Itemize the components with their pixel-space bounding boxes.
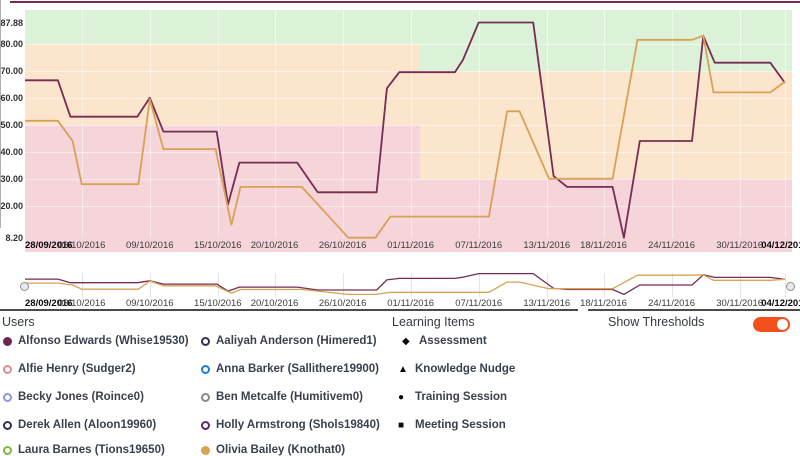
legend-user-label: Derek Allen (Aloon19960): [18, 419, 156, 431]
date-tick-label: 03/10/2016: [51, 298, 113, 309]
legend-learning-label: Meeting Session: [415, 419, 506, 431]
section-divider: [588, 309, 800, 311]
circle-icon: ●: [398, 392, 411, 403]
navigator-left-handle[interactable]: [20, 282, 29, 291]
user-series-marker: [201, 421, 210, 430]
legend-user-item[interactable]: Ben Metcalfe (Humitivem0): [201, 388, 363, 406]
section-divider: [0, 309, 578, 311]
legend-user-label: Holly Armstrong (Shols19840): [216, 419, 380, 431]
legend-user-label: Alfonso Edwards (Whise19530): [18, 335, 189, 347]
date-tick-label: 15/10/2016: [187, 298, 249, 309]
legend-user-label: Becky Jones (Roince0): [18, 391, 144, 403]
user-series-marker: [3, 365, 12, 374]
legend-learning-item[interactable]: ◆ Assessment: [402, 332, 487, 350]
user-series-marker: [3, 421, 12, 430]
learning-analytics-dashboard: 87.8880.0070.0060.0050.0040.0030.0020.00…: [0, 0, 800, 456]
triangle-icon: ▲: [398, 364, 411, 375]
legend-user-item[interactable]: Alfonso Edwards (Whise19530): [3, 332, 189, 350]
user-series-marker: [3, 446, 12, 455]
diamond-icon: ◆: [402, 336, 415, 347]
legend-user-item[interactable]: Becky Jones (Roince0): [3, 388, 144, 406]
toggle-knob: [777, 319, 788, 330]
learning-items-section-title: Learning Items: [392, 315, 475, 329]
user-series-marker: [3, 337, 12, 346]
square-icon: ■: [398, 420, 411, 431]
legend-user-item[interactable]: Holly Armstrong (Shols19840): [201, 416, 380, 434]
legend-user-label: Ben Metcalfe (Humitivem0): [216, 391, 363, 403]
date-tick-label: 07/11/2016: [448, 298, 510, 309]
date-tick-label: 20/10/2016: [244, 298, 306, 309]
date-tick-label: 04/12/2016: [754, 298, 800, 309]
date-tick-label: 01/11/2016: [380, 298, 442, 309]
date-tick-label: 24/11/2016: [641, 298, 703, 309]
user-series-marker: [201, 393, 210, 402]
legend-learning-label: Assessment: [419, 335, 487, 347]
show-thresholds-label: Show Thresholds: [608, 315, 704, 329]
user-series-marker: [201, 337, 210, 346]
date-tick-label: 26/10/2016: [312, 298, 374, 309]
legend-user-item[interactable]: Anna Barker (Sallithere19900): [201, 360, 379, 378]
legend-user-label: Aaliyah Anderson (Himered1): [216, 335, 377, 347]
user-series-marker: [3, 393, 12, 402]
date-tick-label: 13/11/2016: [516, 298, 578, 309]
user-series-marker: [201, 365, 210, 374]
date-tick-label: 09/10/2016: [119, 298, 181, 309]
series-line-Alfonso Edwards (Whise19530)[interactable]: [25, 274, 785, 295]
legend-learning-label: Knowledge Nudge: [415, 363, 515, 375]
legend-learning-label: Training Session: [415, 391, 507, 403]
legend-learning-item[interactable]: ■ Meeting Session: [398, 416, 506, 434]
legend-user-item[interactable]: Derek Allen (Aloon19960): [3, 416, 156, 434]
legend-learning-item[interactable]: ▲ Knowledge Nudge: [398, 360, 515, 378]
date-tick-label: 18/11/2016: [573, 298, 635, 309]
navigator-right-handle[interactable]: [786, 282, 795, 291]
legend-user-label: Anna Barker (Sallithere19900): [216, 363, 379, 375]
legend-learning-item[interactable]: ● Training Session: [398, 388, 507, 406]
legend-user-label: Olivia Bailey (Knothat0): [216, 444, 345, 456]
legend-user-item[interactable]: Olivia Bailey (Knothat0): [201, 441, 345, 456]
user-series-marker: [201, 446, 210, 455]
legend-user-label: Alfie Henry (Sudger2): [18, 363, 136, 375]
legend-user-item[interactable]: Alfie Henry (Sudger2): [3, 360, 136, 378]
legend-user-label: Laura Barnes (Tions19650): [18, 444, 165, 456]
show-thresholds-toggle[interactable]: [753, 317, 790, 332]
legend-user-item[interactable]: Aaliyah Anderson (Himered1): [201, 332, 377, 350]
users-section-title: Users: [2, 315, 35, 329]
legend-user-item[interactable]: Laura Barnes (Tions19650): [3, 441, 165, 456]
